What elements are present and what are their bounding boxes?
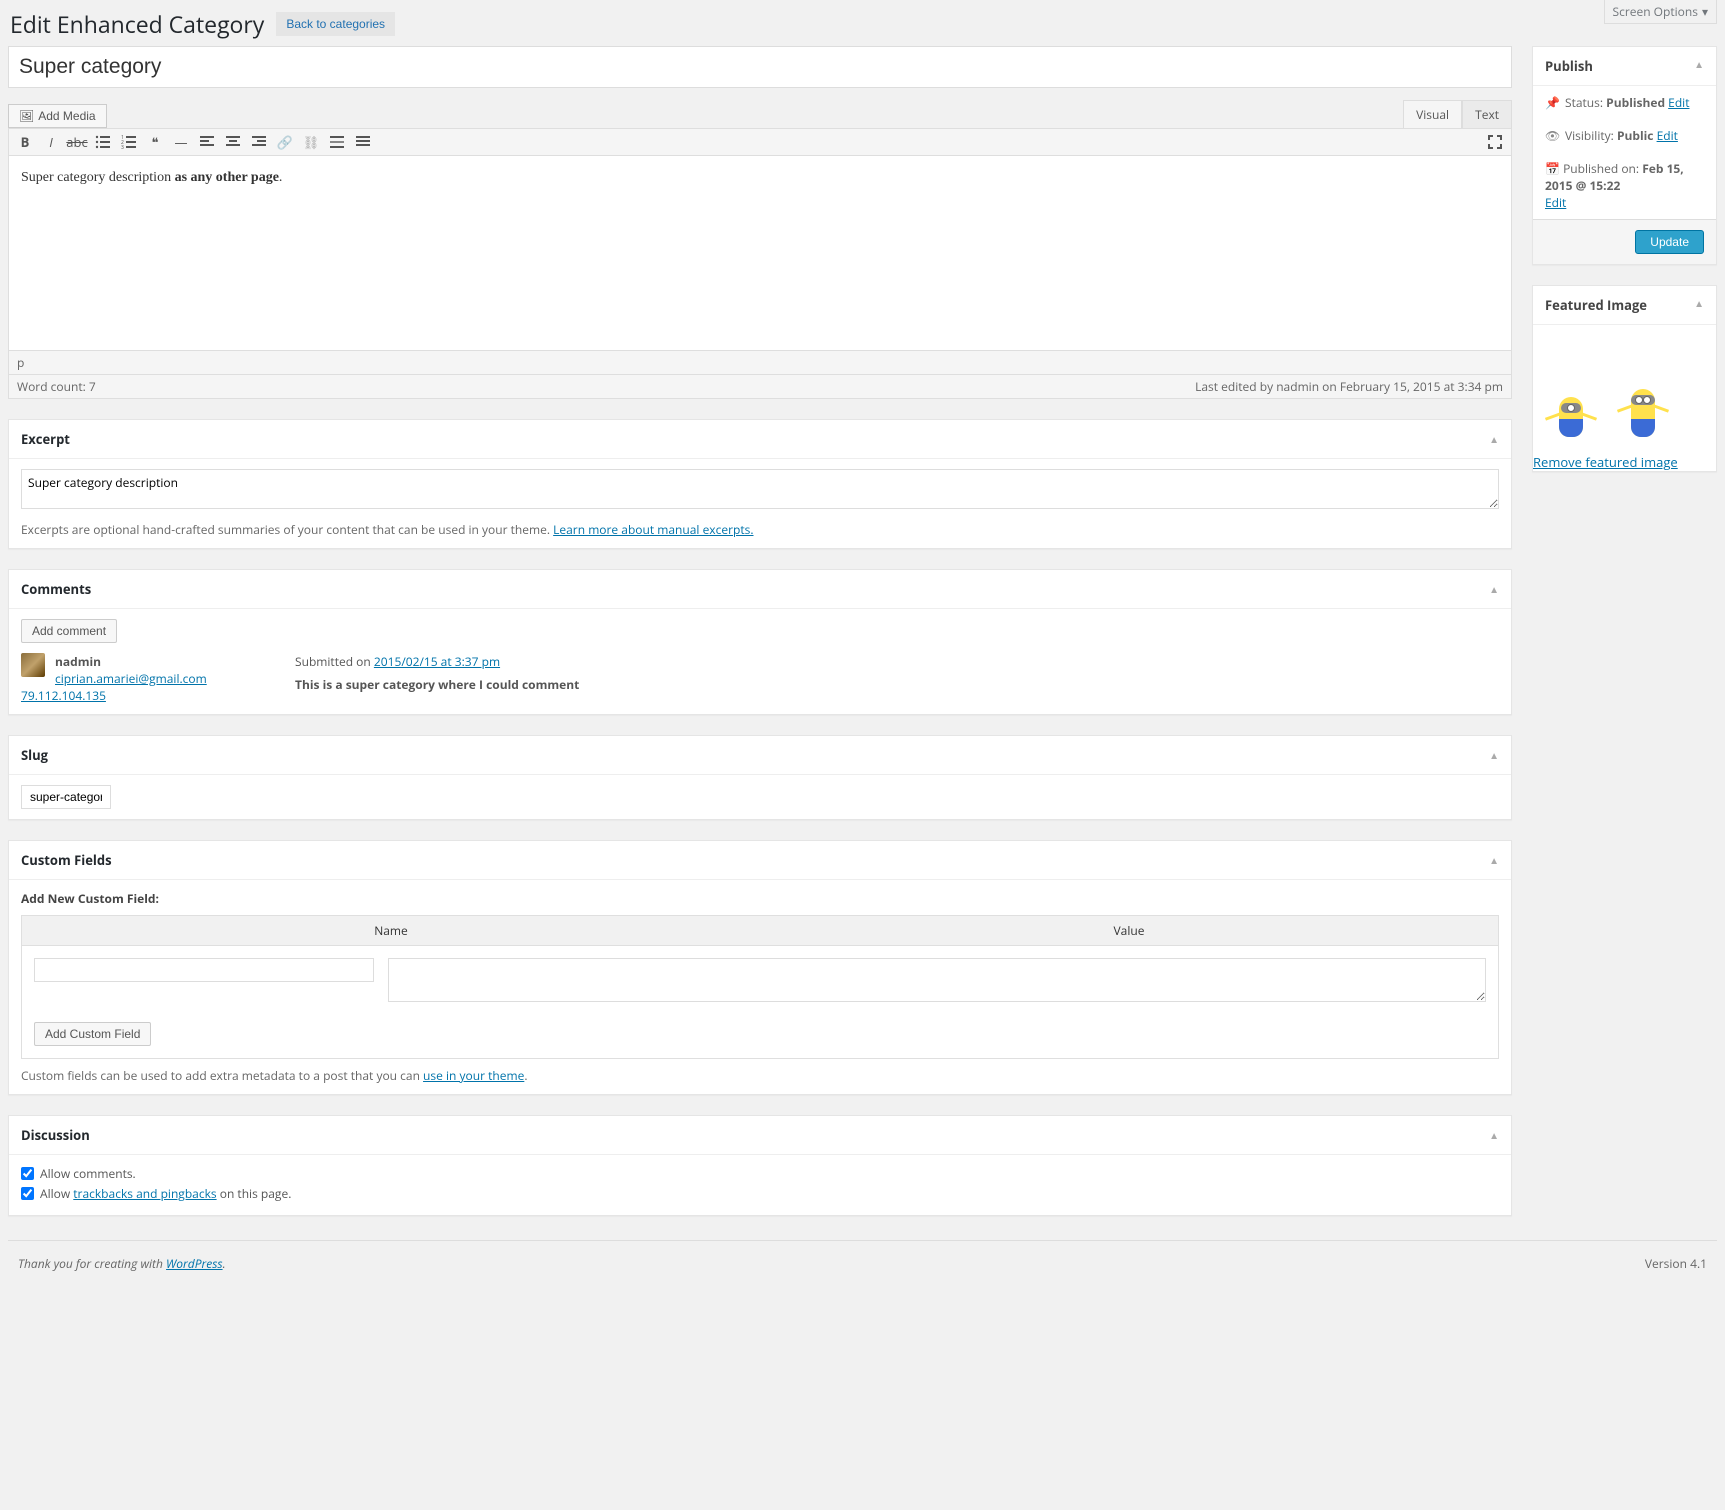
content-editor[interactable]: Super category description as any other … [8, 156, 1512, 351]
strike-icon[interactable]: abc [67, 132, 87, 152]
visibility-icon: 👁 [1545, 127, 1559, 144]
cf-value-textarea[interactable] [388, 958, 1486, 1002]
comment-author: nadmin [55, 653, 101, 670]
align-center-icon[interactable] [223, 132, 243, 152]
screen-options-label: Screen Options [1613, 3, 1698, 20]
add-comment-button[interactable]: Add comment [21, 619, 117, 643]
publish-postbox: Publish ▲ 📌 Status: Published Edit 👁 Vis… [1532, 46, 1717, 265]
comment-submitted-label: Submitted on [295, 653, 371, 670]
align-left-icon[interactable] [197, 132, 217, 152]
update-button[interactable]: Update [1635, 230, 1704, 254]
add-media-button[interactable]: 🖼 Add Media [8, 104, 107, 128]
version-label: Version 4.1 [1645, 1255, 1707, 1272]
comment-author-ip[interactable]: 79.112.104.135 [21, 687, 106, 704]
cf-name-header: Name [22, 916, 760, 945]
add-custom-field-button[interactable]: Add Custom Field [34, 1022, 151, 1046]
wordpress-link[interactable]: WordPress [166, 1255, 223, 1272]
visibility-value: Public [1617, 127, 1654, 144]
excerpt-postbox: Excerpt ▲ Super category description Exc… [8, 419, 1512, 549]
comment-date-link[interactable]: 2015/02/15 at 3:37 pm [374, 653, 500, 670]
toolbar-toggle-icon[interactable] [353, 132, 373, 152]
last-edited: Last edited by nadmin on February 15, 20… [1195, 378, 1503, 395]
edit-date-link[interactable]: Edit [1545, 194, 1566, 211]
more-icon[interactable] [327, 132, 347, 152]
hr-icon[interactable]: — [171, 132, 191, 152]
excerpt-help: Excerpts are optional hand-crafted summa… [21, 521, 550, 538]
excerpt-heading[interactable]: Excerpt ▲ [9, 420, 1511, 459]
editor-text-suffix: . [279, 170, 283, 185]
tab-text[interactable]: Text [1462, 100, 1512, 128]
discussion-heading[interactable]: Discussion ▲ [9, 1116, 1511, 1155]
status-value: Published [1606, 94, 1665, 111]
editor-text-prefix: Super category description [21, 170, 175, 185]
comment-body-text: This is a super category where I could c… [295, 676, 579, 693]
add-new-cf-label: Add New Custom Field: [21, 890, 1499, 907]
excerpt-help-link[interactable]: Learn more about manual excerpts. [553, 521, 753, 538]
word-count-value: 7 [89, 378, 96, 395]
collapse-icon: ▲ [1489, 853, 1499, 867]
excerpt-textarea[interactable]: Super category description [21, 469, 1499, 509]
bold-icon[interactable]: B [15, 132, 35, 152]
footer-thanks-prefix: Thank you for creating with [18, 1255, 166, 1272]
add-media-label: Add Media [38, 109, 95, 123]
slug-heading[interactable]: Slug ▲ [9, 736, 1511, 775]
edit-visibility-link[interactable]: Edit [1657, 127, 1678, 144]
featured-image-heading[interactable]: Featured Image ▲ [1533, 286, 1716, 325]
editor-toolbar: B I abc 123 ❝ — 🔗 ⛓ [8, 128, 1512, 156]
cf-name-input[interactable] [34, 958, 374, 982]
collapse-icon: ▲ [1489, 1128, 1499, 1142]
editor-statusbar: Word count: 7 Last edited by nadmin on F… [8, 375, 1512, 399]
allow-comments-checkbox[interactable] [21, 1167, 34, 1180]
collapse-icon: ▲ [1489, 748, 1499, 762]
italic-icon[interactable]: I [41, 132, 61, 152]
screen-options-tab[interactable]: Screen Options ▾ [1604, 0, 1718, 24]
link-icon[interactable]: 🔗 [275, 132, 295, 152]
avatar [21, 653, 45, 677]
pin-icon: 📌 [1545, 94, 1559, 111]
ol-icon[interactable]: 123 [119, 132, 139, 152]
post-title-input[interactable] [8, 46, 1512, 88]
page-title: Edit Enhanced Category [10, 8, 264, 40]
align-right-icon[interactable] [249, 132, 269, 152]
allow-comments-label[interactable]: Allow comments. [21, 1165, 1499, 1182]
cf-value-header: Value [760, 916, 1498, 945]
word-count-label: Word count: [17, 378, 86, 395]
element-path: p [8, 351, 1512, 375]
custom-fields-postbox: Custom Fields ▲ Add New Custom Field: Na… [8, 840, 1512, 1095]
chevron-down-icon: ▾ [1702, 3, 1708, 20]
fullscreen-icon[interactable] [1485, 132, 1505, 152]
tab-visual[interactable]: Visual [1403, 100, 1462, 128]
trackbacks-link[interactable]: trackbacks and pingbacks [73, 1185, 216, 1202]
unlink-icon[interactable]: ⛓ [301, 132, 321, 152]
comments-postbox: Comments ▲ Add comment nadmin ciprian.am… [8, 569, 1512, 715]
editor-text-bold: as any other page [175, 170, 279, 185]
remove-featured-image-link[interactable]: Remove featured image [1533, 453, 1678, 471]
publish-heading[interactable]: Publish ▲ [1533, 47, 1716, 86]
discussion-postbox: Discussion ▲ Allow comments. Allow track… [8, 1115, 1512, 1216]
collapse-icon: ▲ [1694, 57, 1704, 75]
collapse-icon: ▲ [1489, 582, 1499, 596]
cf-help-prefix: Custom fields can be used to add extra m… [21, 1067, 423, 1084]
custom-fields-heading[interactable]: Custom Fields ▲ [9, 841, 1511, 880]
edit-status-link[interactable]: Edit [1668, 94, 1689, 111]
calendar-icon: 📅 [1545, 160, 1560, 177]
slug-postbox: Slug ▲ [8, 735, 1512, 820]
collapse-icon: ▲ [1489, 432, 1499, 446]
featured-image-thumbnail[interactable] [1533, 325, 1716, 443]
allow-pingbacks-label[interactable]: Allow trackbacks and pingbacks on this p… [21, 1185, 1499, 1202]
allow-pingbacks-checkbox[interactable] [21, 1187, 34, 1200]
comment-author-email[interactable]: ciprian.amariei@gmail.com [55, 670, 207, 687]
slug-input[interactable] [21, 785, 111, 809]
comments-heading[interactable]: Comments ▲ [9, 570, 1511, 609]
ul-icon[interactable] [93, 132, 113, 152]
collapse-icon: ▲ [1694, 296, 1704, 314]
cf-help-suffix: . [524, 1067, 527, 1084]
featured-image-postbox: Featured Image ▲ Remove feat [1532, 285, 1717, 472]
back-to-categories-button[interactable]: Back to categories [276, 12, 395, 36]
quote-icon[interactable]: ❝ [145, 132, 165, 152]
svg-text:3: 3 [121, 145, 124, 150]
media-icon: 🖼 [19, 109, 34, 123]
cf-help-link[interactable]: use in your theme [423, 1067, 524, 1084]
